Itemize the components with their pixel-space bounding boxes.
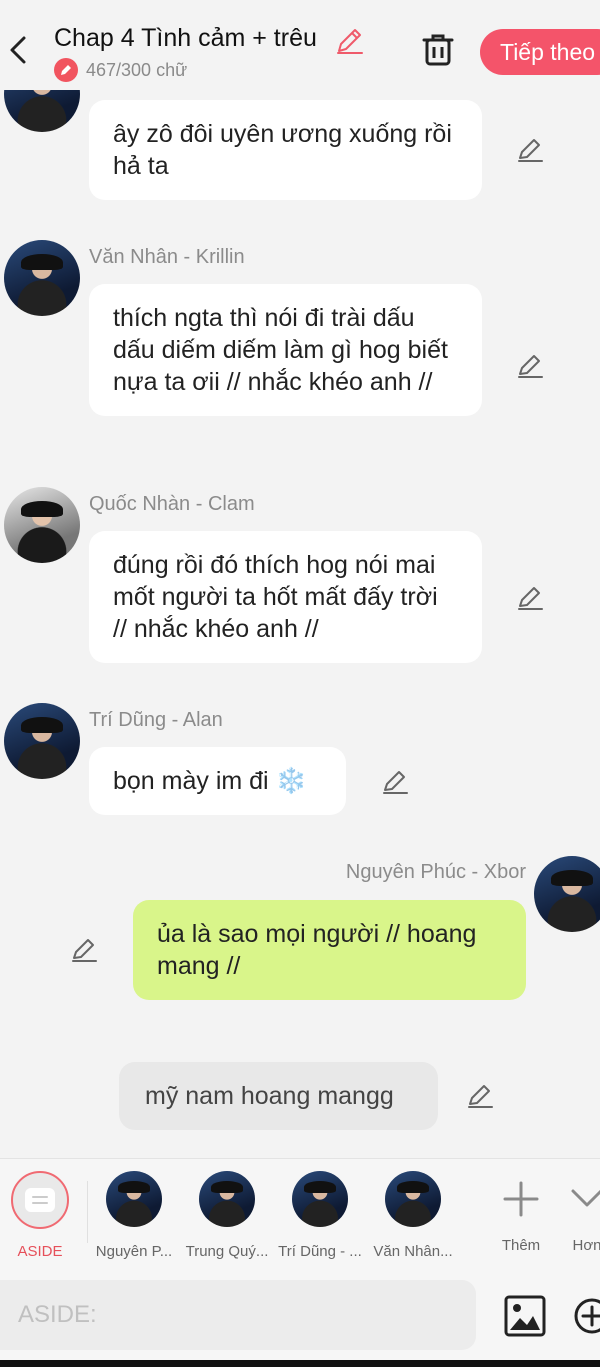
aside-icon — [11, 1171, 69, 1229]
plus-icon — [503, 1181, 539, 1217]
input-row — [0, 1268, 600, 1367]
edit-title-icon[interactable] — [334, 26, 364, 56]
character-name: Trung Quý... — [185, 1243, 269, 1260]
avatar — [385, 1171, 441, 1227]
character-item[interactable]: Trung Quý... — [181, 1171, 273, 1260]
word-count-row: 467/300 chữ — [54, 58, 187, 82]
more-button[interactable]: Hơn — [552, 1171, 600, 1254]
character-item[interactable]: Trí Dũng - ... — [274, 1171, 366, 1260]
screen-bottom-edge — [0, 1360, 600, 1367]
message-bubble[interactable]: bọn mày im đi ❄️ — [89, 747, 346, 815]
aside-bubble[interactable]: mỹ nam hoang mangg — [119, 1062, 438, 1130]
character-aside[interactable]: ASIDE — [0, 1171, 86, 1260]
edit-message-icon[interactable] — [516, 352, 544, 380]
avatar[interactable] — [4, 240, 80, 316]
image-icon[interactable] — [503, 1294, 547, 1338]
add-circle-icon[interactable] — [572, 1296, 600, 1336]
next-button[interactable]: Tiếp theo — [480, 29, 600, 75]
character-name: Nguyên P... — [95, 1243, 173, 1260]
character-name: Trí Dũng - ... — [278, 1243, 362, 1260]
message-bubble[interactable]: ây zô đôi uyên ương xuống rồi hả ta — [89, 100, 482, 200]
trash-icon[interactable] — [420, 30, 456, 70]
character-item[interactable]: Nguyên P... — [88, 1171, 180, 1260]
character-name: Văn Nhân... — [373, 1243, 453, 1260]
edit-message-icon[interactable] — [466, 1082, 494, 1110]
more-label: Hơn — [572, 1237, 600, 1254]
aside-input[interactable] — [0, 1280, 476, 1350]
top-bar: Chap 4 Tình cảm + trêu 467/300 chữ Tiếp … — [0, 0, 600, 90]
back-icon[interactable] — [6, 30, 30, 70]
character-item[interactable]: Văn Nhân... — [367, 1171, 459, 1260]
edit-message-icon[interactable] — [381, 768, 409, 796]
sender-name: Văn Nhân - Krillin — [89, 246, 245, 268]
avatar — [292, 1171, 348, 1227]
chevron-down-icon — [571, 1189, 600, 1207]
avatar — [106, 1171, 162, 1227]
word-count: 467/300 chữ — [86, 59, 188, 80]
sender-name: Quốc Nhàn - Clam — [89, 493, 255, 515]
avatar[interactable] — [4, 487, 80, 563]
message-bubble[interactable]: ủa là sao mọi người // hoang mang // — [133, 900, 526, 1000]
sender-name: Nguyên Phúc - Xbor — [345, 861, 526, 883]
character-selector: ASIDE Nguyên P... Trung Quý... Trí Dũng … — [0, 1158, 600, 1268]
edit-message-icon[interactable] — [516, 136, 544, 164]
edit-message-icon[interactable] — [516, 584, 544, 612]
message-bubble[interactable]: đúng rồi đó thích hog nói mai mốt người … — [89, 531, 482, 663]
character-name: ASIDE — [17, 1243, 63, 1260]
chapter-title[interactable]: Chap 4 Tình cảm + trêu — [54, 24, 317, 53]
avatar[interactable] — [4, 703, 80, 779]
avatar[interactable] — [534, 856, 600, 932]
edit-message-icon[interactable] — [70, 936, 98, 964]
pencil-icon — [54, 58, 78, 82]
avatar — [199, 1171, 255, 1227]
message-bubble[interactable]: thích ngta thì nói đi trài dấu dấu diếm … — [89, 284, 482, 416]
sender-name: Trí Dũng - Alan — [89, 709, 223, 731]
